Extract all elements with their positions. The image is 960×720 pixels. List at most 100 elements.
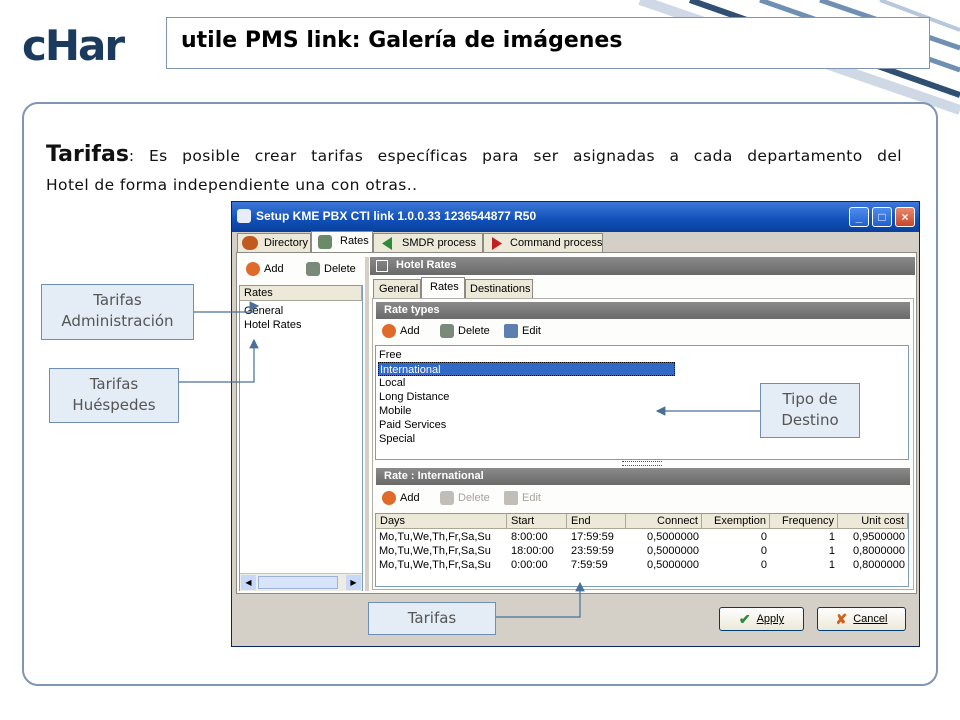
list-item[interactable]: Mobile <box>379 404 411 418</box>
scroll-left-icon[interactable]: ◀ <box>241 575 256 590</box>
delete-rate-button[interactable]: Delete <box>306 262 356 276</box>
header-label: Hotel Rates <box>396 259 457 271</box>
cell-start[interactable]: 8:00:00 <box>511 531 548 543</box>
pane-splitter[interactable] <box>365 257 369 591</box>
edit-rate-line-button[interactable]: Edit <box>504 491 541 505</box>
button-label: Edit <box>522 325 541 337</box>
callout-text: Tarifas <box>89 375 139 393</box>
cancel-button[interactable]: ✘ Cancel <box>817 607 906 631</box>
trash-icon <box>440 491 454 505</box>
callout-text: Destino <box>781 411 839 429</box>
cell-unit-cost[interactable]: 0,9500000 <box>838 531 905 543</box>
edit-icon <box>504 324 518 338</box>
cell-frequency[interactable]: 1 <box>770 545 835 557</box>
button-label: Delete <box>324 263 356 275</box>
inner-tab-rates[interactable]: Rates <box>421 277 465 299</box>
cell-frequency[interactable]: 1 <box>770 559 835 571</box>
cell-days[interactable]: Mo,Tu,We,Th,Fr,Sa,Su <box>379 545 491 557</box>
button-label: Apply <box>756 613 785 625</box>
cell-days[interactable]: Mo,Tu,We,Th,Fr,Sa,Su <box>379 531 491 543</box>
cell-exemption[interactable]: 0 <box>702 559 767 571</box>
cell-connect[interactable]: 0,5000000 <box>626 559 699 571</box>
list-item[interactable]: Long Distance <box>379 390 449 404</box>
cell-start[interactable]: 18:00:00 <box>511 545 554 557</box>
callout-text: Tipo de <box>782 390 838 408</box>
tab-smdr-process[interactable]: SMDR process <box>373 233 483 253</box>
callout-tipo-destino: Tipo de Destino <box>760 383 860 438</box>
edit-rate-type-button[interactable]: Edit <box>504 324 541 338</box>
callout-text: Tarifas <box>407 609 457 627</box>
column-header-unit-cost[interactable]: Unit cost <box>838 514 908 529</box>
list-item[interactable]: Paid Services <box>379 418 446 432</box>
apply-button[interactable]: ✔ Apply <box>719 607 804 631</box>
column-header-frequency[interactable]: Frequency <box>770 514 838 529</box>
cell-frequency[interactable]: 1 <box>770 531 835 543</box>
edit-icon <box>504 491 518 505</box>
column-header-days[interactable]: Days <box>376 514 507 529</box>
rate-types-header: Rate types <box>376 302 910 319</box>
intro-text: Tarifas: Es posible crear tarifas especí… <box>46 140 902 200</box>
button-label: Cancel <box>853 613 888 625</box>
tab-rates[interactable]: Rates <box>311 231 373 253</box>
cell-end[interactable]: 17:59:59 <box>571 531 614 543</box>
checkmark-icon: ✔ <box>738 610 751 627</box>
scroll-right-icon[interactable]: ▶ <box>346 575 361 590</box>
tab-command-process[interactable]: Command process <box>483 233 603 253</box>
cell-unit-cost[interactable]: 0,8000000 <box>838 559 905 571</box>
list-item[interactable]: Local <box>379 376 405 390</box>
tab-directory[interactable]: Directory <box>237 233 311 253</box>
maximize-icon[interactable]: □ <box>872 207 892 227</box>
column-header-connect[interactable]: Connect <box>626 514 702 529</box>
close-icon[interactable]: × <box>895 207 915 227</box>
add-icon <box>382 491 396 505</box>
cell-start[interactable]: 0:00:00 <box>511 559 548 571</box>
callout-text: Huéspedes <box>72 396 156 414</box>
list-item[interactable]: Free <box>379 348 402 362</box>
intro-heading: Tarifas <box>46 142 129 167</box>
people-icon <box>242 236 258 250</box>
button-label: Delete <box>458 325 490 337</box>
cell-end[interactable]: 7:59:59 <box>571 559 608 571</box>
cell-unit-cost[interactable]: 0,8000000 <box>838 545 905 557</box>
tab-label: Command process <box>510 237 603 249</box>
intro-line2: Hotel de forma independiente una con otr… <box>46 176 418 194</box>
add-icon <box>382 324 396 338</box>
add-rate-line-button[interactable]: Add <box>382 491 420 505</box>
list-item-selected[interactable]: International <box>378 362 675 376</box>
callout-text: Tarifas <box>93 291 142 309</box>
window-title: Setup KME PBX CTI link 1.0.0.33 12365448… <box>256 209 537 223</box>
list-item[interactable]: General <box>244 304 283 318</box>
minimize-icon[interactable]: _ <box>849 207 869 227</box>
page-title: utile PMS link: Galería de imágenes <box>181 28 623 53</box>
window-titlebar[interactable]: Setup KME PBX CTI link 1.0.0.33 12365448… <box>232 202 919 232</box>
scroll-thumb[interactable] <box>258 576 338 589</box>
inner-tab-general[interactable]: General <box>373 279 421 299</box>
horizontal-scrollbar[interactable]: ◀ ▶ <box>240 573 362 591</box>
column-header-end[interactable]: End <box>567 514 626 529</box>
add-rate-type-button[interactable]: Add <box>382 324 420 338</box>
inner-tab-destinations[interactable]: Destinations <box>465 279 533 299</box>
column-header-start[interactable]: Start <box>507 514 567 529</box>
cell-exemption[interactable]: 0 <box>702 545 767 557</box>
rates-list-header[interactable]: Rates <box>240 286 362 301</box>
add-rate-button[interactable]: Add <box>246 262 284 276</box>
cell-days[interactable]: Mo,Tu,We,Th,Fr,Sa,Su <box>379 559 491 571</box>
list-item[interactable]: Hotel Rates <box>244 318 301 332</box>
title-box: utile PMS link: Galería de imágenes <box>166 17 930 69</box>
cell-connect[interactable]: 0,5000000 <box>626 531 699 543</box>
cancel-icon: ✘ <box>835 610 848 627</box>
delete-rate-type-button[interactable]: Delete <box>440 324 490 338</box>
button-label: Delete <box>458 492 490 504</box>
cell-connect[interactable]: 0,5000000 <box>626 545 699 557</box>
column-header-exemption[interactable]: Exemption <box>702 514 770 529</box>
cell-exemption[interactable]: 0 <box>702 531 767 543</box>
trash-icon <box>306 262 320 276</box>
list-item[interactable]: Special <box>379 432 415 446</box>
intro-line1: : Es posible crear tarifas específicas p… <box>128 147 902 165</box>
rate-lines-table[interactable]: Days Start End Connect Exemption Frequen… <box>375 513 909 587</box>
arrow-right-icon <box>492 237 502 250</box>
splitter-grip[interactable] <box>622 461 662 466</box>
cell-end[interactable]: 23:59:59 <box>571 545 614 557</box>
rates-list[interactable]: Rates General Hotel Rates ◀ ▶ <box>239 285 363 591</box>
delete-rate-line-button[interactable]: Delete <box>440 491 490 505</box>
